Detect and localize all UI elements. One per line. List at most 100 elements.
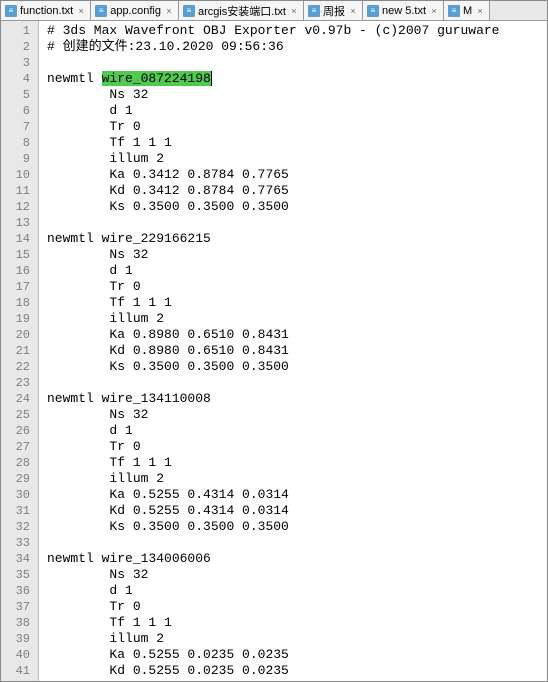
editor: 1234567891011121314151617181920212223242… <box>1 21 547 681</box>
line-number: 18 <box>1 295 38 311</box>
code-line: illum 2 <box>47 311 547 327</box>
line-number: 10 <box>1 167 38 183</box>
line-number: 17 <box>1 279 38 295</box>
code-line: Kd 0.5255 0.0235 0.0235 <box>47 663 547 679</box>
code-line: Ka 0.8980 0.6510 0.8431 <box>47 327 547 343</box>
code-line: Tf 1 1 1 <box>47 295 547 311</box>
line-gutter: 1234567891011121314151617181920212223242… <box>1 21 39 681</box>
line-number: 15 <box>1 247 38 263</box>
line-number: 31 <box>1 503 38 519</box>
close-icon[interactable]: × <box>164 6 174 16</box>
line-number: 12 <box>1 199 38 215</box>
tab-label: M <box>463 5 472 17</box>
code-line <box>47 215 547 231</box>
line-number: 6 <box>1 103 38 119</box>
code-line: Tr 0 <box>47 599 547 615</box>
code-line: newmtl wire_229166215 <box>47 231 547 247</box>
tab-4[interactable]: ≡new 5.txt× <box>363 1 444 20</box>
code-line: newmtl wire_134006006 <box>47 551 547 567</box>
tab-bar: ≡function.txt×≡app.config×≡arcgis安装端口.tx… <box>1 1 547 21</box>
code-line: Tr 0 <box>47 439 547 455</box>
tab-label: 周报 <box>323 3 345 19</box>
line-number: 33 <box>1 535 38 551</box>
code-line: illum 2 <box>47 471 547 487</box>
line-number: 24 <box>1 391 38 407</box>
code-line: Ka 0.5255 0.4314 0.0314 <box>47 487 547 503</box>
code-line: # 3ds Max Wavefront OBJ Exporter v0.97b … <box>47 23 547 39</box>
close-icon[interactable]: × <box>475 6 485 16</box>
code-line: Ka 0.5255 0.0235 0.0235 <box>47 647 547 663</box>
code-line: Ns 32 <box>47 407 547 423</box>
line-number: 8 <box>1 135 38 151</box>
line-number: 11 <box>1 183 38 199</box>
file-icon: ≡ <box>95 5 107 17</box>
code-line: illum 2 <box>47 631 547 647</box>
code-area[interactable]: # 3ds Max Wavefront OBJ Exporter v0.97b … <box>39 21 547 681</box>
line-number: 21 <box>1 343 38 359</box>
tab-3[interactable]: ≡周报× <box>304 1 363 20</box>
file-icon: ≡ <box>308 5 320 17</box>
line-number: 22 <box>1 359 38 375</box>
line-number: 14 <box>1 231 38 247</box>
code-line: # 创建的文件:23.10.2020 09:56:36 <box>47 39 547 55</box>
code-line: Kd 0.8980 0.6510 0.8431 <box>47 343 547 359</box>
line-number: 27 <box>1 439 38 455</box>
code-line <box>47 375 547 391</box>
code-line: Ks 0.3500 0.3500 0.3500 <box>47 519 547 535</box>
code-line: d 1 <box>47 263 547 279</box>
line-number: 39 <box>1 631 38 647</box>
line-number: 13 <box>1 215 38 231</box>
line-number: 1 <box>1 23 38 39</box>
code-line: Ka 0.3412 0.8784 0.7765 <box>47 167 547 183</box>
line-number: 28 <box>1 455 38 471</box>
line-number: 40 <box>1 647 38 663</box>
line-number: 35 <box>1 567 38 583</box>
line-number: 34 <box>1 551 38 567</box>
line-number: 3 <box>1 55 38 71</box>
tab-label: function.txt <box>20 5 73 17</box>
close-icon[interactable]: × <box>289 6 299 16</box>
line-number: 2 <box>1 39 38 55</box>
code-line <box>47 535 547 551</box>
tab-0[interactable]: ≡function.txt× <box>1 1 91 20</box>
line-number: 23 <box>1 375 38 391</box>
close-icon[interactable]: × <box>76 6 86 16</box>
tab-2[interactable]: ≡arcgis安装端口.txt× <box>179 1 304 20</box>
line-number: 32 <box>1 519 38 535</box>
code-line: Tf 1 1 1 <box>47 455 547 471</box>
tab-5[interactable]: ≡M× <box>444 1 490 20</box>
code-line: Kd 0.5255 0.4314 0.0314 <box>47 503 547 519</box>
tab-label: new 5.txt <box>382 5 426 17</box>
code-line: Kd 0.3412 0.8784 0.7765 <box>47 183 547 199</box>
line-number: 29 <box>1 471 38 487</box>
line-number: 36 <box>1 583 38 599</box>
tab-1[interactable]: ≡app.config× <box>91 1 179 20</box>
line-number: 20 <box>1 327 38 343</box>
line-number: 9 <box>1 151 38 167</box>
code-line: Tf 1 1 1 <box>47 135 547 151</box>
close-icon[interactable]: × <box>429 6 439 16</box>
line-number: 5 <box>1 87 38 103</box>
line-number: 4 <box>1 71 38 87</box>
line-number: 30 <box>1 487 38 503</box>
code-line: Ks 0.3500 0.3500 0.3500 <box>47 199 547 215</box>
tab-label: app.config <box>110 5 161 17</box>
line-number: 7 <box>1 119 38 135</box>
code-line: Tf 1 1 1 <box>47 615 547 631</box>
line-number: 41 <box>1 663 38 679</box>
line-number: 25 <box>1 407 38 423</box>
line-number: 16 <box>1 263 38 279</box>
code-line <box>47 55 547 71</box>
code-line: Tr 0 <box>47 119 547 135</box>
close-icon[interactable]: × <box>348 6 358 16</box>
code-line: Ks 0.3500 0.3500 0.3500 <box>47 359 547 375</box>
code-line: d 1 <box>47 103 547 119</box>
code-line: illum 2 <box>47 151 547 167</box>
code-line: Ns 32 <box>47 247 547 263</box>
code-line: d 1 <box>47 423 547 439</box>
file-icon: ≡ <box>448 5 460 17</box>
code-line: Tr 0 <box>47 279 547 295</box>
line-number: 37 <box>1 599 38 615</box>
selection: wire_087224198 <box>102 71 212 86</box>
line-number: 38 <box>1 615 38 631</box>
